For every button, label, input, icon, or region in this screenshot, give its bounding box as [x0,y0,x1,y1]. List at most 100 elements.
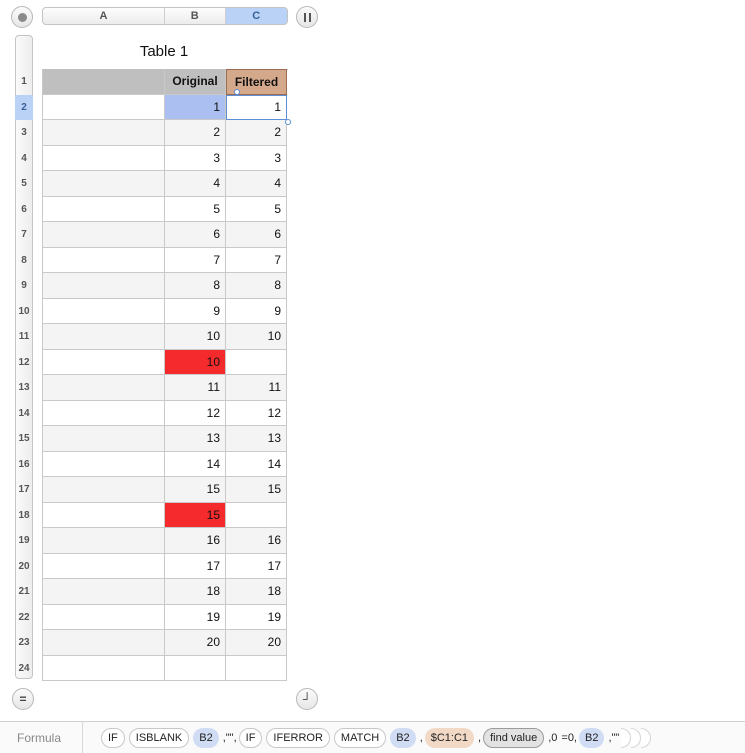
row-header-20[interactable]: 20 [15,554,33,580]
cell-c[interactable]: 9 [226,298,287,324]
formula-token-lit[interactable]: ,0 [546,728,559,748]
formula-token-str[interactable]: find value [483,727,545,748]
row-header-3[interactable]: 3 [15,120,33,146]
cell-a[interactable] [42,655,165,681]
cell-c[interactable]: 17 [226,553,287,579]
cell-c[interactable]: 14 [226,451,287,477]
cell-c[interactable] [226,502,287,528]
cell-b[interactable]: 5 [165,196,226,222]
cell-c[interactable]: 2 [226,120,287,146]
cell-a[interactable] [42,579,165,605]
cell-b[interactable]: 18 [165,579,226,605]
row-header-19[interactable]: 19 [15,528,33,554]
row-header-5[interactable]: 5 [15,171,33,197]
cell-c[interactable]: 18 [226,579,287,605]
cell-c[interactable]: 6 [226,222,287,248]
resize-table-button[interactable]: ┘ [296,688,318,710]
cell-b[interactable]: 20 [165,630,226,656]
row-header-11[interactable]: 11 [15,324,33,350]
formula-token-lit[interactable]: ,"", [221,728,239,748]
cell-b[interactable]: 3 [165,145,226,171]
row-header-10[interactable]: 10 [15,299,33,325]
cell-b[interactable]: 9 [165,298,226,324]
cell-b[interactable]: 2 [165,120,226,146]
cell-b[interactable]: 15 [165,477,226,503]
cell-a[interactable] [42,247,165,273]
row-header-9[interactable]: 9 [15,273,33,299]
formula-editor[interactable]: IF ISBLANK B2 ,"", IF IFERROR MATCH B2, $C1:C1, f… [101,727,652,748]
row-header-21[interactable]: 21 [15,579,33,605]
formula-token-lit[interactable]: , [418,728,425,748]
cell-a[interactable] [42,604,165,630]
row-header-13[interactable]: 13 [15,375,33,401]
cell-a[interactable] [42,171,165,197]
header-cell-original[interactable]: Original [165,69,226,95]
selection-handle-bottom[interactable] [285,119,291,125]
cell-b[interactable]: 17 [165,553,226,579]
column-header-a[interactable]: A [43,8,165,24]
formula-token-fn[interactable]: IFERROR [266,727,330,748]
row-header-14[interactable]: 14 [15,401,33,427]
row-header-23[interactable]: 23 [15,630,33,656]
formula-token-fn[interactable]: IF [238,727,263,748]
cell-c[interactable]: 12 [226,400,287,426]
freeze-columns-button[interactable] [296,6,318,28]
table-title[interactable]: Table 1 [42,43,286,60]
formula-token-ref2[interactable]: $C1:C1 [424,727,475,748]
formula-token-fn[interactable]: ISBLANK [128,727,190,748]
formula-token-lit[interactable]: ,"" [606,728,621,748]
row-header-18[interactable]: 18 [15,503,33,529]
cell-b[interactable]: 15 [165,502,226,528]
cell-b[interactable]: 7 [165,247,226,273]
cell-b[interactable]: 6 [165,222,226,248]
column-header-b[interactable]: B [165,8,226,24]
cell-c[interactable]: 15 [226,477,287,503]
row-header-1[interactable]: 1 [15,69,33,95]
cell-a[interactable] [42,94,165,120]
cell-b[interactable]: 13 [165,426,226,452]
row-header-22[interactable]: 22 [15,605,33,631]
cell-a[interactable] [42,375,165,401]
cell-c[interactable]: 20 [226,630,287,656]
row-header-15[interactable]: 15 [15,426,33,452]
formula-token-fn[interactable]: MATCH [333,727,387,748]
cell-b[interactable]: 4 [165,171,226,197]
cell-a[interactable] [42,451,165,477]
cell-c[interactable]: 5 [226,196,287,222]
cell-b[interactable]: 19 [165,604,226,630]
cell-c[interactable]: 11 [226,375,287,401]
cell-b[interactable]: 12 [165,400,226,426]
cell-a[interactable] [42,324,165,350]
cell-b[interactable]: 16 [165,528,226,554]
cell-a[interactable] [42,630,165,656]
row-header-7[interactable]: 7 [15,222,33,248]
row-header-4[interactable]: 4 [15,146,33,172]
cell-b[interactable]: 14 [165,451,226,477]
cell-c[interactable]: 13 [226,426,287,452]
cell-a[interactable] [42,400,165,426]
cell-b[interactable]: 10 [165,349,226,375]
cell-c[interactable]: 8 [226,273,287,299]
cell-c[interactable]: 1 [226,94,287,120]
cell-c[interactable]: 7 [226,247,287,273]
cell-b[interactable]: 11 [165,375,226,401]
cell-a[interactable] [42,120,165,146]
cell-b[interactable]: 10 [165,324,226,350]
cell-a[interactable] [42,145,165,171]
add-rows-button[interactable]: = [12,688,34,710]
cell-a[interactable] [42,273,165,299]
cell-c[interactable]: 4 [226,171,287,197]
row-header-12[interactable]: 12 [15,350,33,376]
formula-token-fn[interactable]: IF [101,727,125,748]
cell-c[interactable] [226,349,287,375]
row-header-6[interactable]: 6 [15,197,33,223]
cell-a[interactable] [42,196,165,222]
cell-c[interactable]: 19 [226,604,287,630]
formula-token-ref[interactable]: B2 [390,727,416,748]
cell-a[interactable] [42,298,165,324]
cell-a[interactable] [42,426,165,452]
cell-a[interactable] [42,477,165,503]
selection-handle-top[interactable] [234,89,240,95]
header-cell-a[interactable] [42,69,165,95]
cell-a[interactable] [42,502,165,528]
